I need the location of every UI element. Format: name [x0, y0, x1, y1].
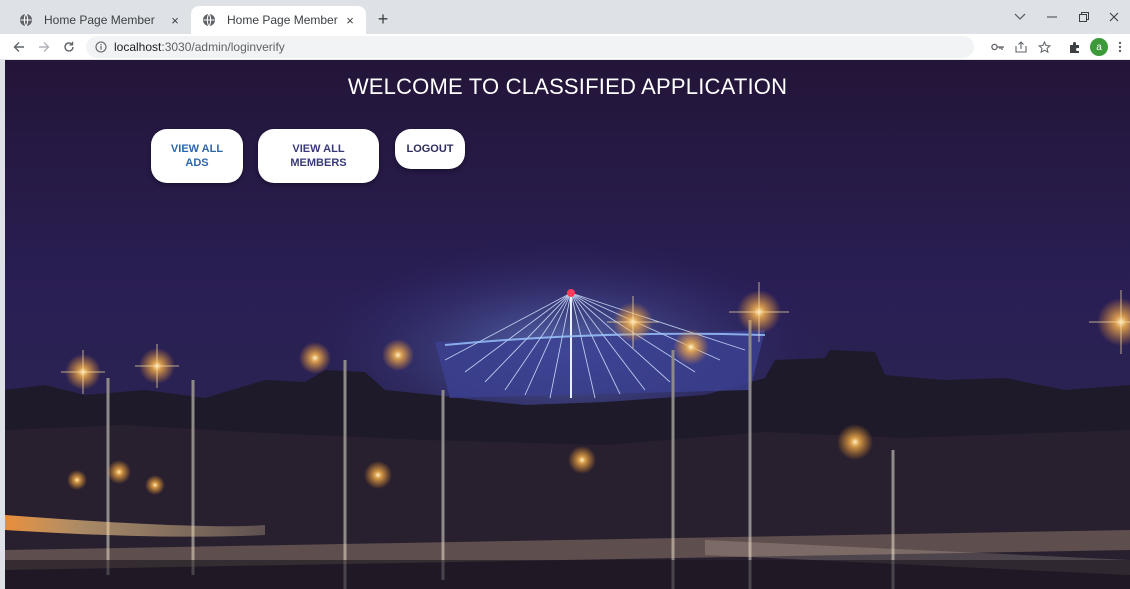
tab-home-page-member-1[interactable]: Home Page Member ×: [8, 6, 191, 34]
close-window-icon[interactable]: [1102, 6, 1126, 28]
view-all-ads-label: VIEW ALL ADS: [170, 143, 224, 169]
key-icon[interactable]: [988, 37, 1008, 57]
tab-home-page-member-2[interactable]: Home Page Member ×: [191, 6, 366, 34]
tab-title: Home Page Member: [44, 13, 155, 27]
globe-icon: [18, 12, 34, 28]
tab-title: Home Page Member: [227, 13, 338, 27]
tab-strip: Home Page Member × Home Page Member × +: [0, 0, 1130, 34]
back-icon[interactable]: [8, 36, 30, 58]
profile-avatar[interactable]: a: [1090, 38, 1108, 56]
close-icon[interactable]: ×: [167, 12, 183, 28]
close-icon[interactable]: ×: [342, 12, 358, 28]
logout-button[interactable]: LOGOUT: [395, 129, 465, 169]
info-icon[interactable]: [94, 40, 108, 54]
view-all-ads-button[interactable]: VIEW ALL ADS: [151, 129, 243, 183]
browser-toolbar: localhost:3030/admin/loginverify a: [0, 34, 1130, 60]
extensions-icon[interactable]: [1064, 37, 1084, 57]
restore-icon[interactable]: [1072, 6, 1096, 28]
new-tab-button[interactable]: +: [372, 8, 394, 30]
browser-window: Home Page Member × Home Page Member × +: [0, 0, 1130, 589]
address-path: :3030/admin/loginverify: [161, 40, 285, 54]
view-all-members-button[interactable]: VIEW ALL MEMBERS: [258, 129, 379, 183]
star-icon[interactable]: [1034, 37, 1054, 57]
globe-icon: [201, 12, 217, 28]
address-bar[interactable]: localhost:3030/admin/loginverify: [86, 36, 974, 58]
address-host: localhost: [114, 40, 162, 54]
share-icon[interactable]: [1011, 37, 1031, 57]
minimize-icon[interactable]: [1040, 6, 1064, 28]
view-all-members-label: VIEW ALL MEMBERS: [290, 143, 347, 169]
menu-icon[interactable]: [1110, 37, 1130, 57]
page-title: WELCOME TO CLASSIFIED APPLICATION: [347, 74, 788, 99]
page-viewport: WELCOME TO CLASSIFIED APPLICATION VIEW A…: [5, 60, 1130, 589]
reload-icon[interactable]: [58, 36, 80, 58]
forward-icon[interactable]: [33, 36, 55, 58]
tab-search-icon[interactable]: [1008, 6, 1032, 28]
